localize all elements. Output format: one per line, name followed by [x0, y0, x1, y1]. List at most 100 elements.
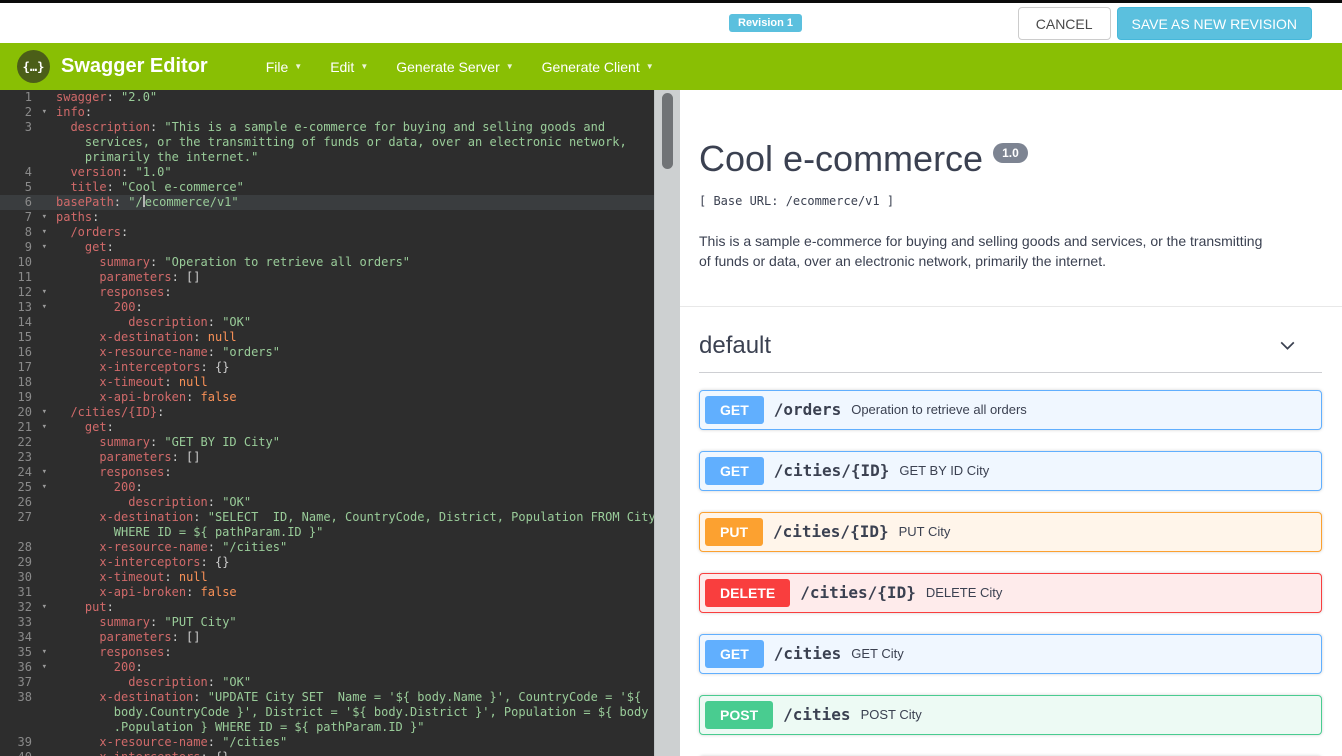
editor-gutter-cell: 16 — [0, 345, 48, 360]
editor-line[interactable]: 3 description: "This is a sample e-comme… — [0, 120, 654, 135]
menu-file[interactable]: File ▼ — [252, 53, 316, 81]
line-number: 37 — [17, 675, 32, 689]
editor-gutter-cell: 14 — [0, 315, 48, 330]
editor-line[interactable]: 17 x-interceptors: {} — [0, 360, 654, 375]
editor-line[interactable]: 22 summary: "GET BY ID City" — [0, 435, 654, 450]
editor-line[interactable]: .Population } WHERE ID = ${ pathParam.ID… — [0, 720, 654, 735]
line-number: 24 — [17, 465, 32, 479]
editor-line[interactable]: 34 parameters: [] — [0, 630, 654, 645]
operation-row-post[interactable]: POST/cities POST City — [699, 694, 1322, 735]
operation-row-get[interactable]: GET/orders Operation to retrieve all orde… — [699, 389, 1322, 430]
editor-line[interactable]: 6 basePath: "/ecommerce/v1" — [0, 195, 654, 210]
topbar-actions: CANCEL SAVE AS NEW REVISION — [1017, 7, 1312, 40]
editor-line[interactable]: 11 parameters: [] — [0, 270, 654, 285]
editor-line[interactable]: 1 swagger: "2.0" — [0, 90, 654, 105]
editor-line[interactable]: 36 ▾ 200: — [0, 660, 654, 675]
fold-arrow-icon[interactable]: ▾ — [42, 300, 47, 315]
menu-generate-server[interactable]: Generate Server ▼ — [382, 53, 527, 81]
swagger-editor-app: { "top_bar": { "revision_badge": "Revisi… — [0, 0, 1342, 756]
yaml-editor-pane[interactable]: 1 swagger: "2.0" 2 ▾ info: 3 description: "Th… — [0, 90, 680, 756]
editor-line[interactable]: 39 x-resource-name: "/cities" — [0, 735, 654, 750]
fold-arrow-icon[interactable]: ▾ — [42, 285, 47, 300]
editor-line[interactable]: 14 description: "OK" — [0, 315, 654, 330]
chevron-down-icon[interactable] — [1277, 335, 1298, 356]
editor-line[interactable]: 9 ▾ get: — [0, 240, 654, 255]
code-text: version: "1.0" — [70, 165, 172, 179]
editor-line[interactable]: 29 x-interceptors: {} — [0, 555, 654, 570]
editor-line[interactable]: 33 summary: "PUT City" — [0, 615, 654, 630]
editor-line[interactable]: 4 version: "1.0" — [0, 165, 654, 180]
editor-line[interactable]: 35 ▾ responses: — [0, 645, 654, 660]
editor-scrollbar[interactable] — [654, 90, 680, 756]
code-text: 200: — [113, 300, 143, 314]
editor-gutter-cell: 5 — [0, 180, 48, 195]
editor-line[interactable]: 8 ▾ /orders: — [0, 225, 654, 240]
operation-path: /cities — [783, 705, 851, 725]
editor-gutter-cell: 28 — [0, 540, 48, 555]
editor-line[interactable]: 27 x-destination: "SELECT ID, Name, Coun… — [0, 510, 654, 525]
editor-line[interactable]: 40 x-interceptors: {} — [0, 750, 654, 756]
code-text: get: — [84, 240, 114, 254]
operation-path: /orders — [773, 400, 842, 420]
editor-line[interactable]: WHERE ID = ${ pathParam.ID }" — [0, 525, 654, 540]
editor-line[interactable]: 20 ▾ /cities/{ID}: — [0, 405, 654, 420]
fold-arrow-icon[interactable]: ▾ — [42, 105, 47, 120]
code-text: x-destination: "UPDATE City SET Name = '… — [99, 690, 642, 704]
line-number: 30 — [17, 570, 32, 584]
editor-line[interactable]: 15 x-destination: null — [0, 330, 654, 345]
fold-arrow-icon[interactable]: ▾ — [42, 420, 47, 435]
fold-arrow-icon[interactable]: ▾ — [42, 645, 47, 660]
fold-arrow-icon[interactable]: ▾ — [42, 405, 47, 420]
code-text: parameters: [] — [99, 270, 201, 284]
line-number: 29 — [17, 555, 32, 569]
editor-line[interactable]: 31 x-api-broken: false — [0, 585, 654, 600]
editor-line[interactable]: 13 ▾ 200: — [0, 300, 654, 315]
editor-line[interactable]: 2 ▾ info: — [0, 105, 654, 120]
editor-line[interactable]: 16 x-resource-name: "orders" — [0, 345, 654, 360]
editor-line[interactable]: 5 title: "Cool e-commerce" — [0, 180, 654, 195]
editor-gutter-cell: 30 — [0, 570, 48, 585]
fold-arrow-icon[interactable]: ▾ — [42, 660, 47, 675]
fold-arrow-icon[interactable]: ▾ — [42, 210, 47, 225]
editor-line[interactable]: 21 ▾ get: — [0, 420, 654, 435]
editor-line[interactable]: 12 ▾ responses: — [0, 285, 654, 300]
menu-label: Edit — [330, 58, 355, 75]
menu-generate-client[interactable]: Generate Client ▼ — [528, 53, 668, 81]
editor-line[interactable]: 24 ▾ responses: — [0, 465, 654, 480]
cancel-button[interactable]: CANCEL — [1017, 7, 1111, 40]
editor-line[interactable]: 19 x-api-broken: false — [0, 390, 654, 405]
editor-line[interactable]: 10 summary: "Operation to retrieve all o… — [0, 255, 654, 270]
editor-line[interactable]: 28 x-resource-name: "/cities" — [0, 540, 654, 555]
editor-line[interactable]: body.CountryCode }', District = '${ body… — [0, 705, 654, 720]
editor-scrollbar-thumb[interactable] — [662, 93, 673, 169]
editor-rows[interactable]: 1 swagger: "2.0" 2 ▾ info: 3 description: "Th… — [0, 90, 654, 756]
editor-gutter-cell: 19 — [0, 390, 48, 405]
menu-edit[interactable]: Edit ▼ — [316, 53, 382, 81]
operation-row-put[interactable]: PUT/cities/{ID} PUT City — [699, 511, 1322, 552]
editor-line[interactable]: 25 ▾ 200: — [0, 480, 654, 495]
fold-arrow-icon[interactable]: ▾ — [42, 600, 47, 615]
fold-arrow-icon[interactable]: ▾ — [42, 240, 47, 255]
editor-line[interactable]: 37 description: "OK" — [0, 675, 654, 690]
editor-line[interactable]: primarily the internet." — [0, 150, 654, 165]
editor-line[interactable]: 32 ▾ put: — [0, 600, 654, 615]
line-number: 17 — [17, 360, 32, 374]
operation-row-delete[interactable]: DELETE/cities/{ID} DELETE City — [699, 572, 1322, 613]
save-as-new-revision-button[interactable]: SAVE AS NEW REVISION — [1116, 7, 1312, 40]
line-number: 6 — [24, 195, 32, 209]
fold-arrow-icon[interactable]: ▾ — [42, 225, 47, 240]
editor-line[interactable]: 30 x-timeout: null — [0, 570, 654, 585]
editor-line[interactable]: 7 ▾ paths: — [0, 210, 654, 225]
editor-line[interactable]: 26 description: "OK" — [0, 495, 654, 510]
editor-line[interactable]: 23 parameters: [] — [0, 450, 654, 465]
editor-line[interactable]: services, or the transmitting of funds o… — [0, 135, 654, 150]
fold-arrow-icon[interactable]: ▾ — [42, 480, 47, 495]
editor-line[interactable]: 18 x-timeout: null — [0, 375, 654, 390]
operation-row-get[interactable]: GET/cities GET City — [699, 633, 1322, 674]
line-number: 3 — [24, 120, 32, 134]
tag-section-header[interactable]: default — [699, 322, 1322, 373]
fold-arrow-icon[interactable]: ▾ — [42, 465, 47, 480]
operation-row-get[interactable]: GET/cities/{ID} GET BY ID City — [699, 450, 1322, 491]
line-number: 26 — [17, 495, 32, 509]
editor-line[interactable]: 38 x-destination: "UPDATE City SET Name … — [0, 690, 654, 705]
